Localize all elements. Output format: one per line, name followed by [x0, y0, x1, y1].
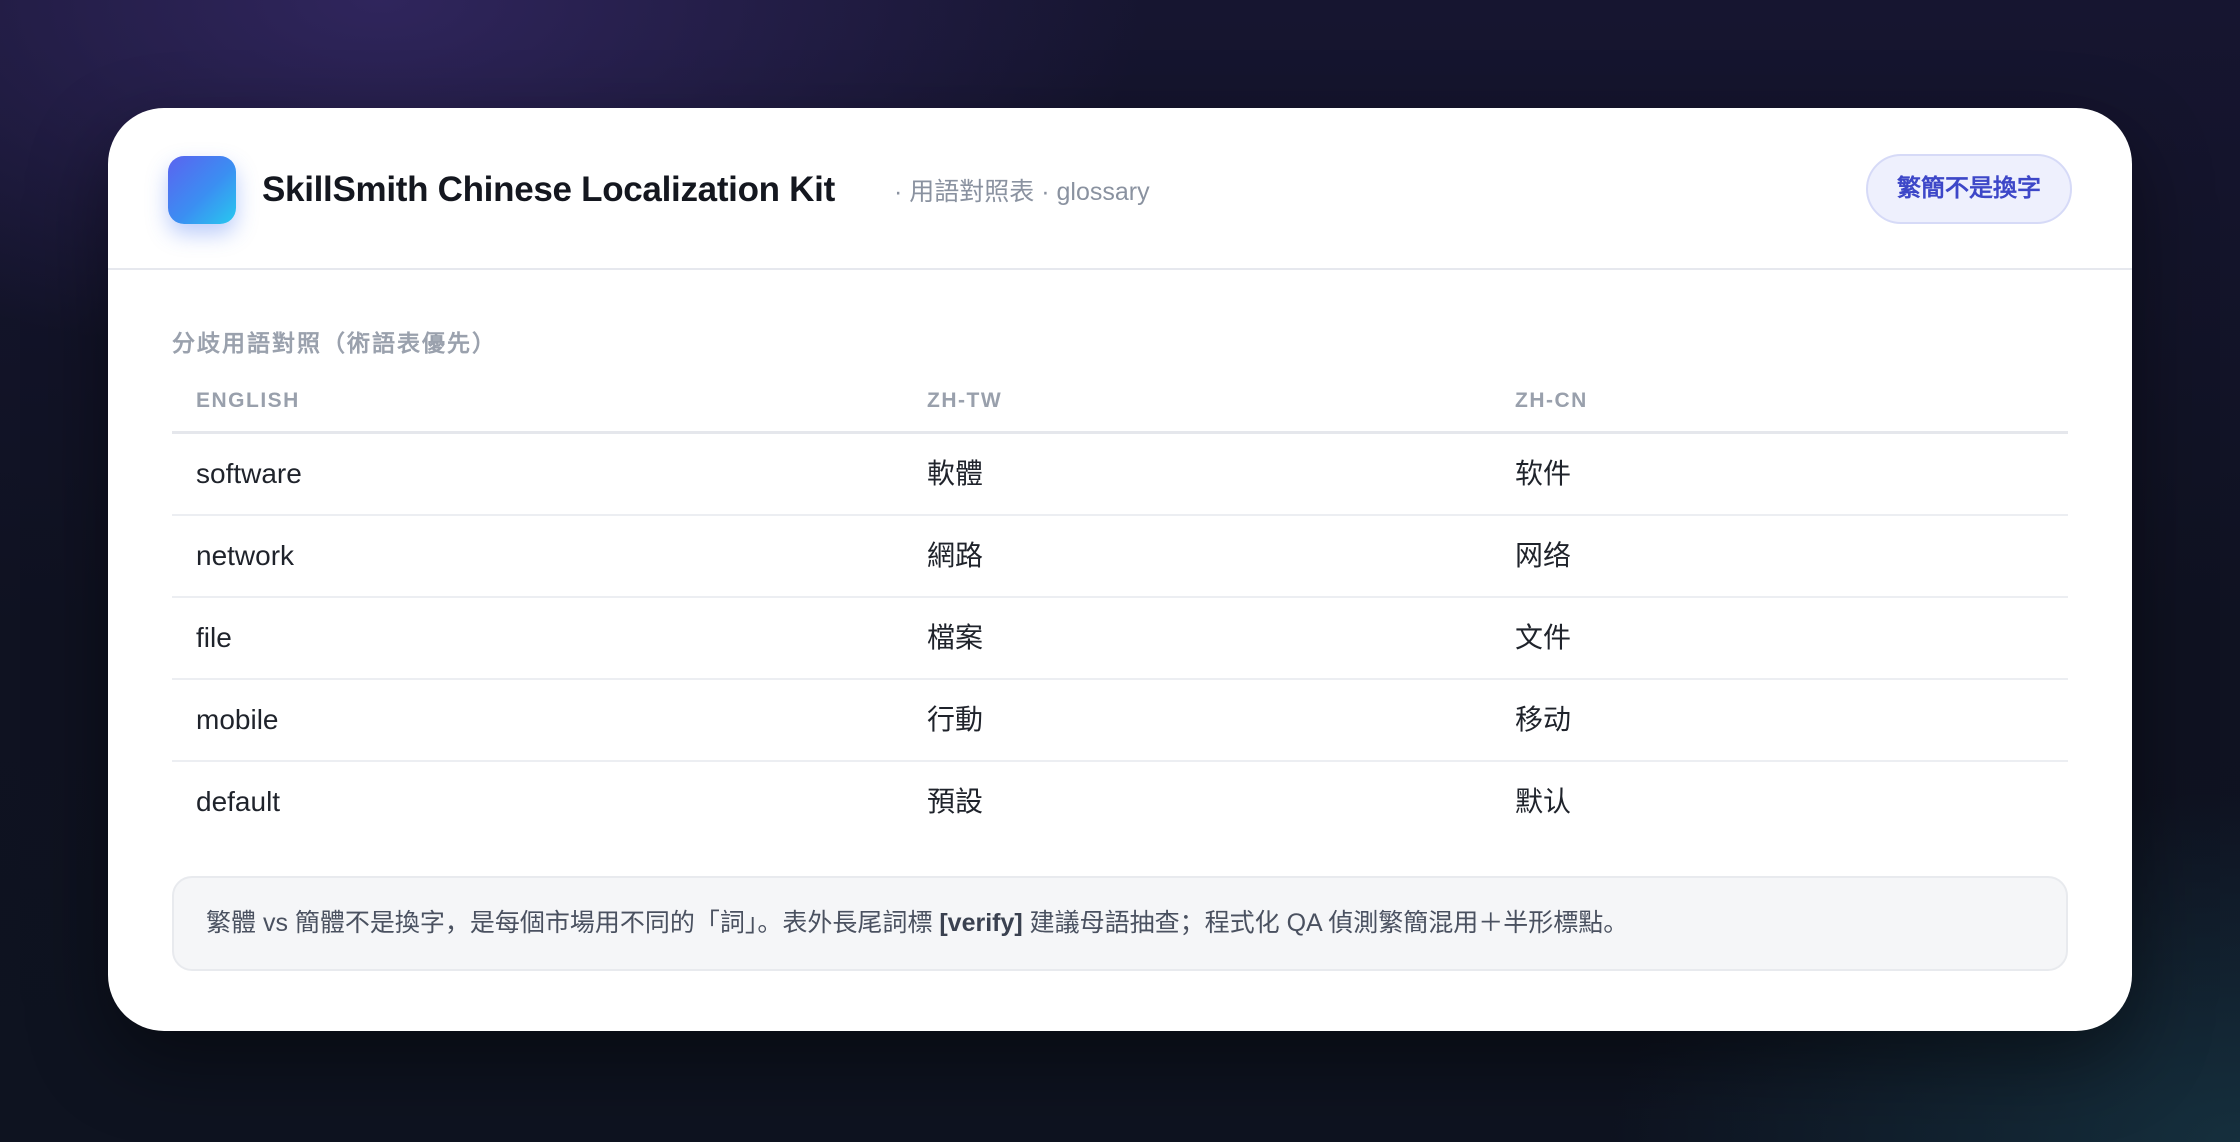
cell-zh-tw: 網路: [927, 540, 984, 571]
cell-zh-cn: 网络: [1515, 540, 1572, 571]
column-header-english: ENGLISH: [196, 389, 300, 412]
note-box: 繁體 vs 簡體不是換字，是每個市場用不同的「詞」。表外長尾詞標 [verify…: [172, 876, 2068, 971]
table-row: mobile 行動 移动: [172, 680, 2068, 762]
table-row: network 網路 网络: [172, 516, 2068, 598]
cell-zh-tw: 預設: [927, 786, 984, 817]
glossary-table: ENGLISH ZH-TW ZH-CN software 軟體 软件 netwo…: [172, 372, 2068, 844]
cell-zh-cn: 文件: [1515, 622, 1572, 653]
cell-english: network: [196, 540, 295, 571]
section-title: 分歧用語對照（術語表優先）: [172, 330, 497, 356]
glossary-card: SkillSmith Chinese Localization Kit · 用語…: [108, 108, 2132, 1031]
cell-english: file: [196, 622, 232, 653]
cell-english: mobile: [196, 704, 279, 735]
note-text-before: 繁體 vs 簡體不是換字，是每個市場用不同的「詞」。表外長尾詞標: [206, 909, 940, 937]
card-header: SkillSmith Chinese Localization Kit · 用語…: [108, 108, 2132, 270]
cell-zh-cn: 软件: [1515, 458, 1572, 489]
cell-english: software: [196, 458, 302, 489]
app-title: SkillSmith Chinese Localization Kit: [262, 170, 835, 209]
table-row: file 檔案 文件: [172, 598, 2068, 680]
badge-button[interactable]: 繁簡不是換字: [1866, 154, 2072, 224]
column-header-zh-cn: ZH-CN: [1515, 389, 1588, 412]
table-row: default 預設 默认: [172, 762, 2068, 844]
cell-zh-cn: 默认: [1515, 786, 1572, 817]
cell-zh-tw: 行動: [927, 704, 984, 735]
app-subtitle: · 用語對照表 · glossary: [894, 178, 1150, 206]
app-logo-icon: [168, 156, 236, 224]
table-header: ENGLISH ZH-TW ZH-CN: [172, 372, 2068, 434]
column-header-zh-tw: ZH-TW: [927, 389, 1003, 412]
cell-zh-tw: 軟體: [927, 458, 984, 489]
cell-zh-tw: 檔案: [927, 622, 984, 653]
table-row: software 軟體 软件: [172, 434, 2068, 516]
note-text-after: 建議母語抽查；程式化 QA 偵測繁簡混用＋半形標點。: [1022, 909, 1629, 937]
cell-zh-cn: 移动: [1515, 704, 1572, 735]
cell-english: default: [196, 786, 281, 817]
verify-tag: [verify]: [939, 909, 1023, 937]
